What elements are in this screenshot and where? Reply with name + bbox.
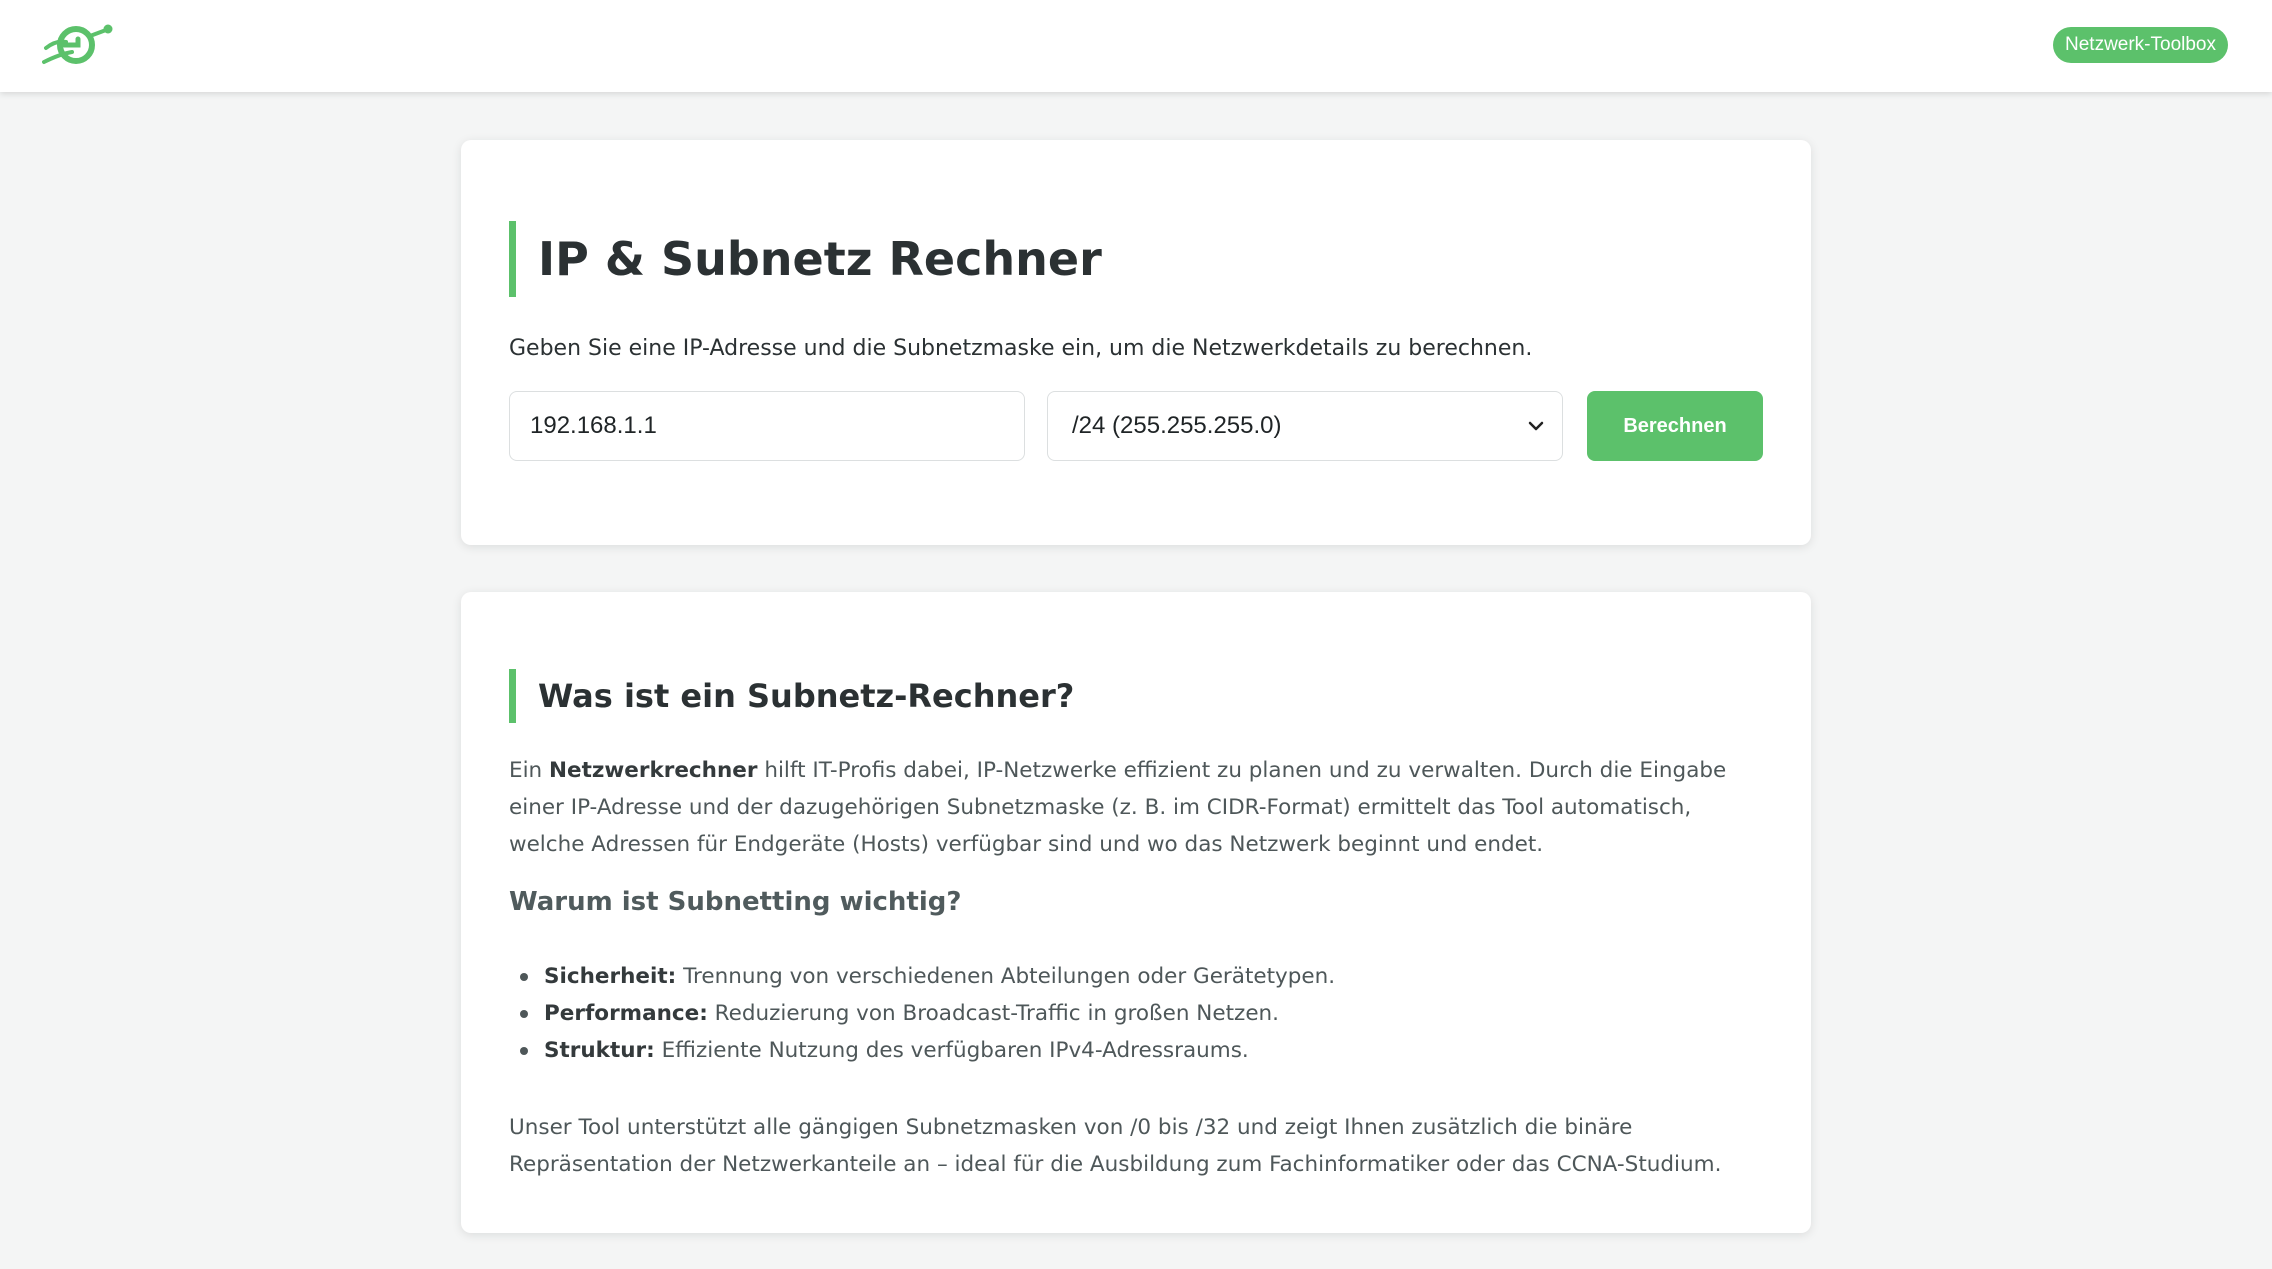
- top-navigation-bar: Netzwerk-Toolbox: [0, 0, 2272, 92]
- intro-paragraph: Ein Netzwerkrechner hilft IT-Profis dabe…: [509, 752, 1759, 863]
- bullet-term: Struktur:: [544, 1038, 655, 1063]
- subnet-info-card: Was ist ein Subnetz-Rechner? Ein Netzwer…: [461, 592, 1811, 1233]
- bullet-text: Effiziente Nutzung des verfügbaren IPv4-…: [654, 1038, 1249, 1063]
- ip-address-input[interactable]: 192.168.1.1: [509, 391, 1025, 461]
- subnet-calculator-card: IP & Subnetz Rechner Geben Sie eine IP-A…: [461, 140, 1811, 545]
- benefits-list: Sicherheit: Trennung von verschiedenen A…: [520, 958, 1335, 1069]
- list-item: Performance: Reduzierung von Broadcast-T…: [520, 995, 1335, 1032]
- bullet-text: Trennung von verschiedenen Abteilungen o…: [676, 964, 1336, 989]
- info-heading: Was ist ein Subnetz-Rechner?: [509, 669, 1074, 723]
- network-target-logo[interactable]: [42, 18, 114, 72]
- ip-address-value: 192.168.1.1: [530, 412, 657, 439]
- intro-keyword: Netzwerkrechner: [549, 758, 758, 783]
- calculate-button[interactable]: Berechnen: [1587, 391, 1763, 461]
- netzwerk-toolbox-badge[interactable]: Netzwerk-Toolbox: [2053, 27, 2228, 63]
- subnet-mask-select[interactable]: /24 (255.255.255.0): [1047, 391, 1563, 461]
- outro-paragraph: Unser Tool unterstützt alle gängigen Sub…: [509, 1115, 1722, 1177]
- list-item: Struktur: Effiziente Nutzung des verfügb…: [520, 1032, 1335, 1069]
- list-item: Sicherheit: Trennung von verschiedenen A…: [520, 958, 1335, 995]
- intro-prefix: Ein: [509, 758, 550, 783]
- bullet-text: Reduzierung von Broadcast-Traffic in gro…: [707, 1001, 1280, 1026]
- page-title: IP & Subnetz Rechner: [509, 221, 1102, 297]
- bullet-term: Sicherheit:: [544, 964, 677, 989]
- calculator-description: Geben Sie eine IP-Adresse und die Subnet…: [509, 336, 1533, 361]
- subnet-mask-selected-value: /24 (255.255.255.0): [1072, 412, 1282, 439]
- chevron-down-icon: [1524, 392, 1548, 459]
- subnetting-subheading: Warum ist Subnetting wichtig?: [509, 887, 962, 917]
- bullet-term: Performance:: [544, 1001, 708, 1026]
